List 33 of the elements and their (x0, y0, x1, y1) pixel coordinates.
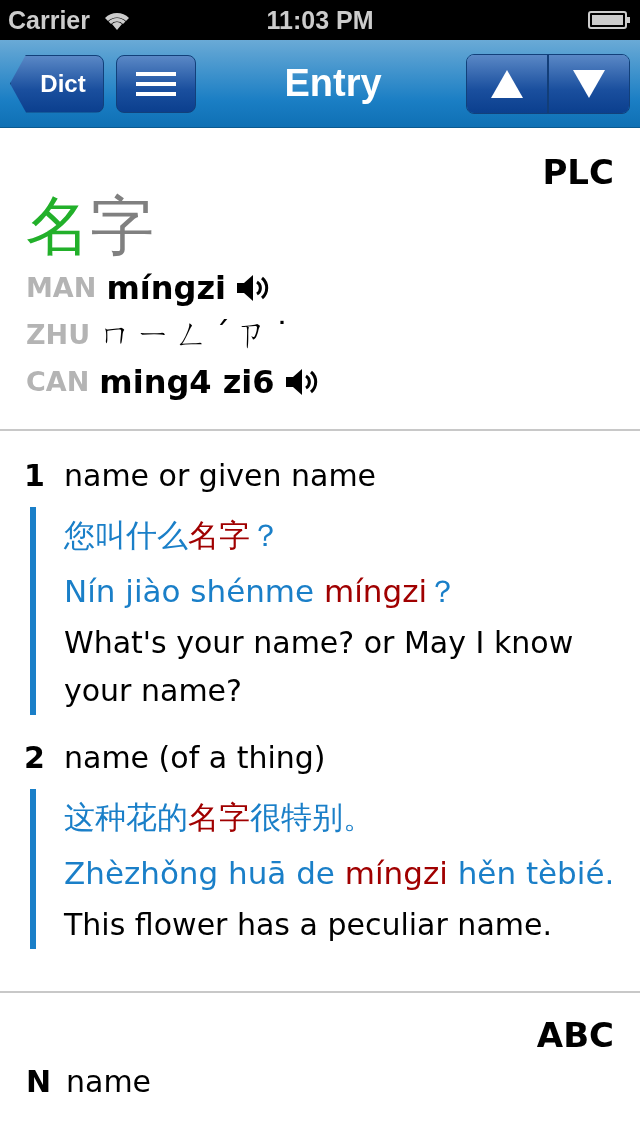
example-pinyin: Zhèzhǒng huā de míngzi hěn tèbié. (64, 854, 616, 893)
definition-text: name (of a thing) (64, 739, 327, 777)
carrier-label: Carrier (8, 5, 90, 35)
next-button[interactable] (547, 54, 629, 113)
battery-icon (588, 9, 632, 31)
reading-text: ming4 zi6 (99, 362, 275, 401)
headword-character: 名 (26, 188, 90, 264)
example-translation: What's your name? or May I know your name? (64, 624, 575, 710)
status-time: 11:03 PM (266, 5, 374, 35)
example-sentence: 这种花的名字很特别。 (64, 798, 375, 837)
back-button[interactable]: Dict (10, 54, 104, 113)
headword-character: 字 (90, 188, 154, 264)
example-pinyin: Nín jiào shénme míngzi？ (64, 572, 460, 611)
reading-label: ZHU (26, 319, 91, 350)
down-triangle-icon (573, 69, 605, 98)
reading-label: MAN (26, 272, 97, 303)
definition-text: name (66, 1063, 152, 1101)
sense-number: 1 (24, 457, 46, 495)
sense-number: 2 (24, 739, 46, 777)
nav-title: Entry (284, 62, 382, 105)
example-sentence: 您叫什么名字？ (64, 516, 282, 555)
example-translation: This flower has a peculiar name. (64, 906, 553, 944)
reading-text: míngzi (106, 268, 226, 307)
source-label: PLC (541, 152, 614, 192)
definition-text: name or given name (64, 457, 378, 495)
sense-number: N (26, 1063, 50, 1101)
menu-button[interactable] (116, 54, 196, 113)
reading-label: CAN (26, 366, 90, 397)
source-label: ABC (535, 1015, 614, 1055)
previous-button[interactable] (467, 54, 547, 113)
up-triangle-icon (491, 69, 523, 98)
reading-text: ㄇㄧㄥˊㄗ˙ (100, 313, 297, 355)
menu-icon (136, 69, 176, 98)
